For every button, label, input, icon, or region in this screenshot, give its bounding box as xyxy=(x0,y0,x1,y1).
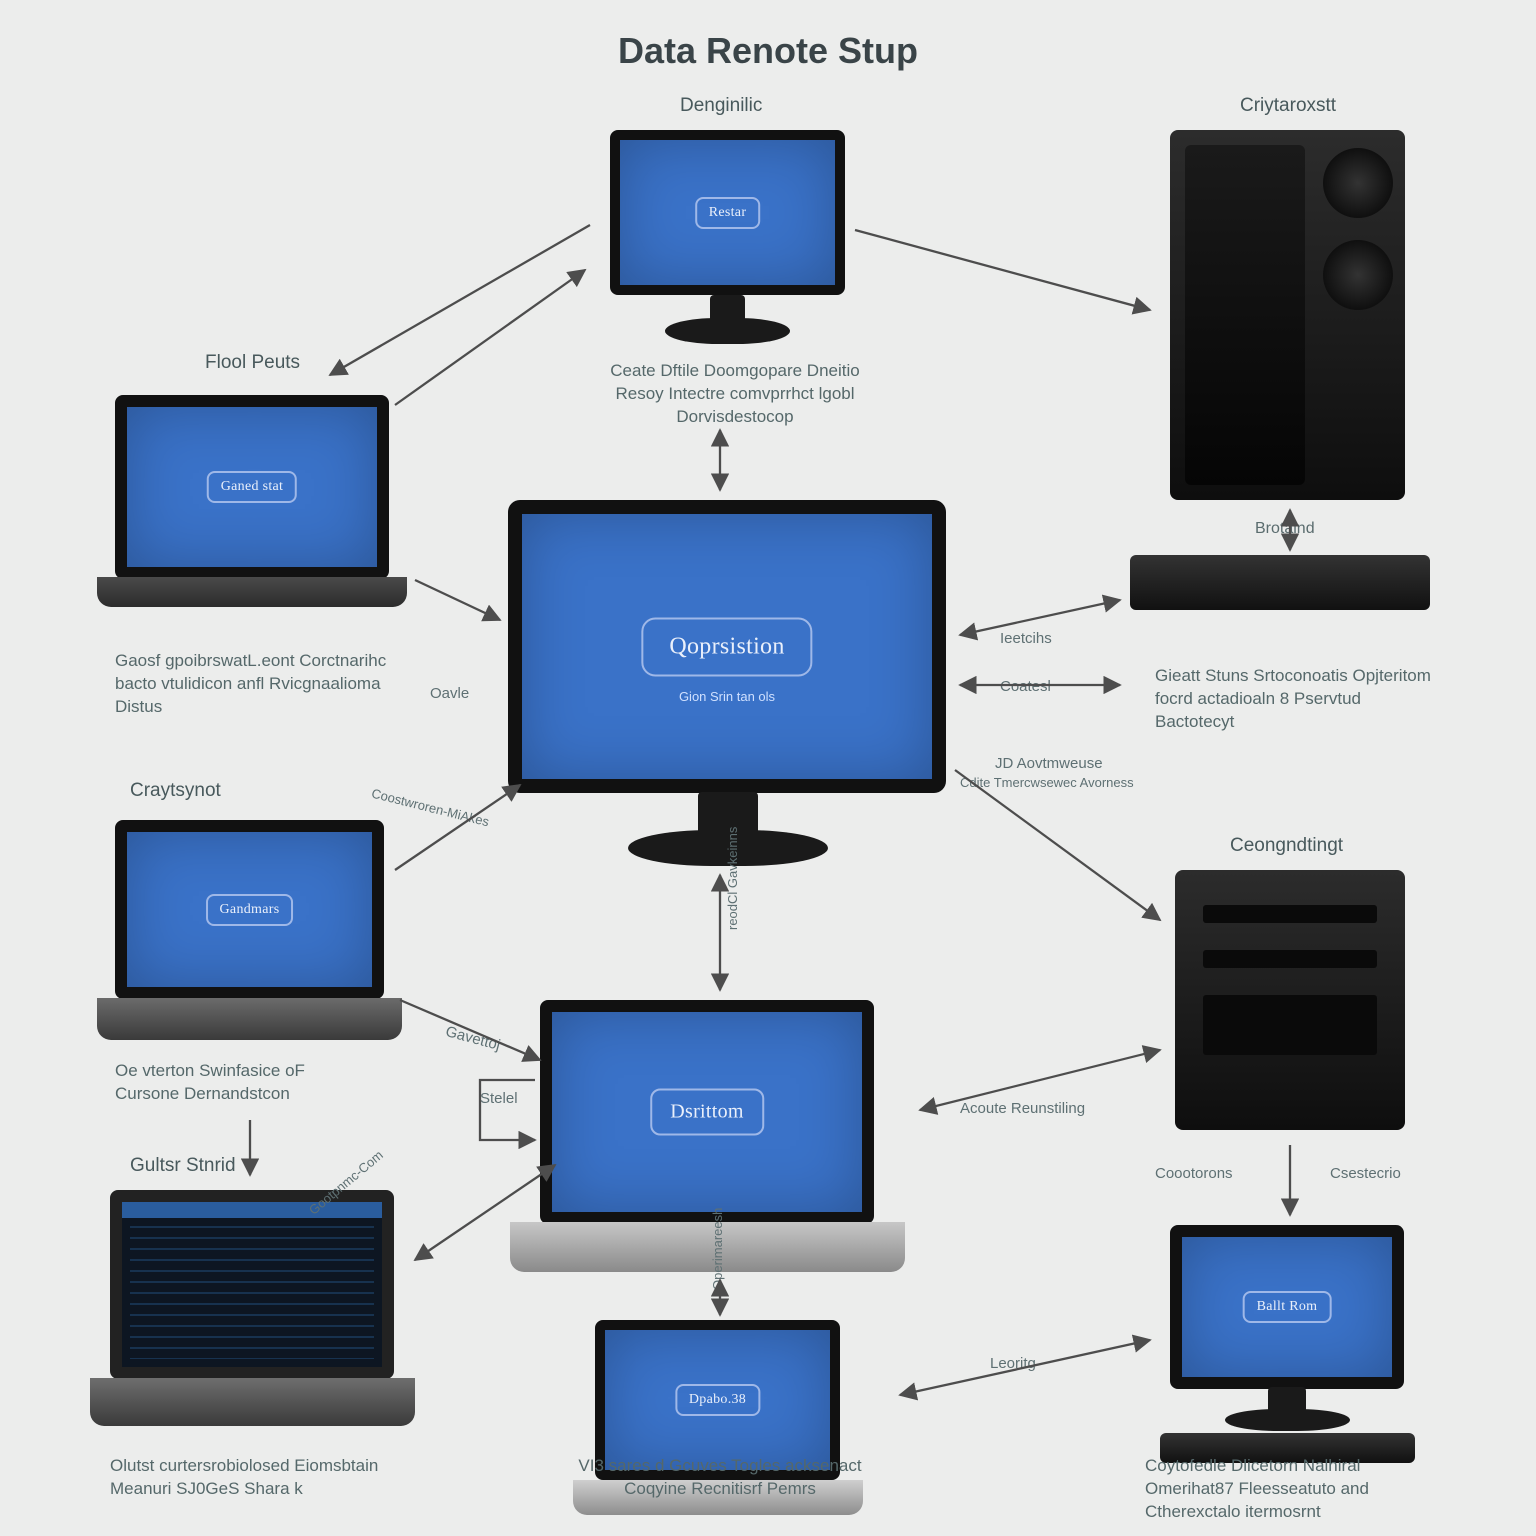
badge-br-laptop: Dpabo.38 xyxy=(675,1384,760,1416)
node-bottom-laptop: Dsrittom xyxy=(540,1000,874,1224)
node-left-laptop-2: Gandmars xyxy=(115,820,384,999)
edge-operim: Operimareesh xyxy=(710,1208,725,1290)
desc-left-laptop-1: Gaosf gpoibrswatL.eont Corctnarihc bacto… xyxy=(115,650,395,719)
desc-top-monitor: Ceate Dftile Doomgopare Dneitio Resoy In… xyxy=(595,360,875,429)
sub-center-monitor: Gion Srin tan ols xyxy=(522,689,932,704)
node-br-desktop: Ballt Rom xyxy=(1170,1225,1404,1389)
diagram-title: Data Renote Stup xyxy=(0,30,1536,72)
edge-acoute: Acoute Reunstiling xyxy=(960,1100,1085,1117)
badge-br-desktop: Ballt Rom xyxy=(1243,1291,1332,1323)
edge-csestecrio: Csestecrio xyxy=(1330,1165,1401,1182)
node-left-laptop-3 xyxy=(110,1190,394,1379)
edge-coost: Coostwroren-MiAkes xyxy=(370,786,491,830)
edge-jd: JD Aovtmweuse xyxy=(995,755,1103,772)
edge-reodcl: reodCl Gavkeinns xyxy=(725,827,740,930)
node-left-laptop-1: Ganed stat xyxy=(115,395,389,579)
label-left-laptop-1: Flool Peuts xyxy=(205,352,300,374)
label-left-laptop-2: Craytsynot xyxy=(130,780,221,802)
desc-br-desktop: Coytofedle Dlicetorn Nalhiral Omerihat87… xyxy=(1145,1455,1445,1524)
badge-left-laptop-1: Ganed stat xyxy=(207,471,297,503)
label-top-monitor: Denginilic xyxy=(680,95,762,117)
edge-ieetcihs: Ieetcihs xyxy=(1000,630,1052,647)
desc-right-tower: Gieatt Stuns Srtoconoatis Opjteritom foc… xyxy=(1155,665,1435,734)
badge-left-laptop-2: Gandmars xyxy=(206,894,294,926)
badge-bottom-laptop: Dsrittom xyxy=(650,1089,764,1136)
sublabel-right-tower: Brotaind xyxy=(1255,520,1315,538)
badge-top-monitor: Restar xyxy=(695,197,761,229)
edge-leoritg: Leoritg xyxy=(990,1355,1036,1372)
edge-coootorons: Coootorons xyxy=(1155,1165,1233,1182)
edge-cdite: Cdite Tmercwsewec Avorness xyxy=(960,775,1134,790)
edge-oavle: Oavle xyxy=(430,685,469,702)
edge-stelel: Stelel xyxy=(480,1090,518,1107)
edge-coatesl: Coatesl xyxy=(1000,678,1051,695)
desc-left-laptop-2: Oe vterton Swinfasice oF Cursone Dernand… xyxy=(115,1060,355,1106)
node-right-small-tower xyxy=(1175,870,1405,1130)
label-left-laptop-3: Gultsr Stnrid xyxy=(130,1155,236,1177)
keyboard-right xyxy=(1130,555,1430,610)
node-top-monitor: Restar xyxy=(610,130,845,295)
label-right-small-tower: Ceongndtingt xyxy=(1230,835,1343,857)
badge-center-monitor: Qoprsistion xyxy=(641,617,812,676)
desc-bottom-laptop: VI3 sares d Gcuves Togles acksenact Coqy… xyxy=(555,1455,885,1501)
node-right-tower xyxy=(1170,130,1405,500)
label-right-tower: Criytaroxstt xyxy=(1240,95,1336,117)
desc-left-laptop-3: Olutst curtersrobiolosed Eiomsbtain Mean… xyxy=(110,1455,410,1501)
edge-gavettoj: Gavettoj xyxy=(444,1023,502,1054)
node-center-monitor: Qoprsistion Gion Srin tan ols xyxy=(508,500,946,793)
